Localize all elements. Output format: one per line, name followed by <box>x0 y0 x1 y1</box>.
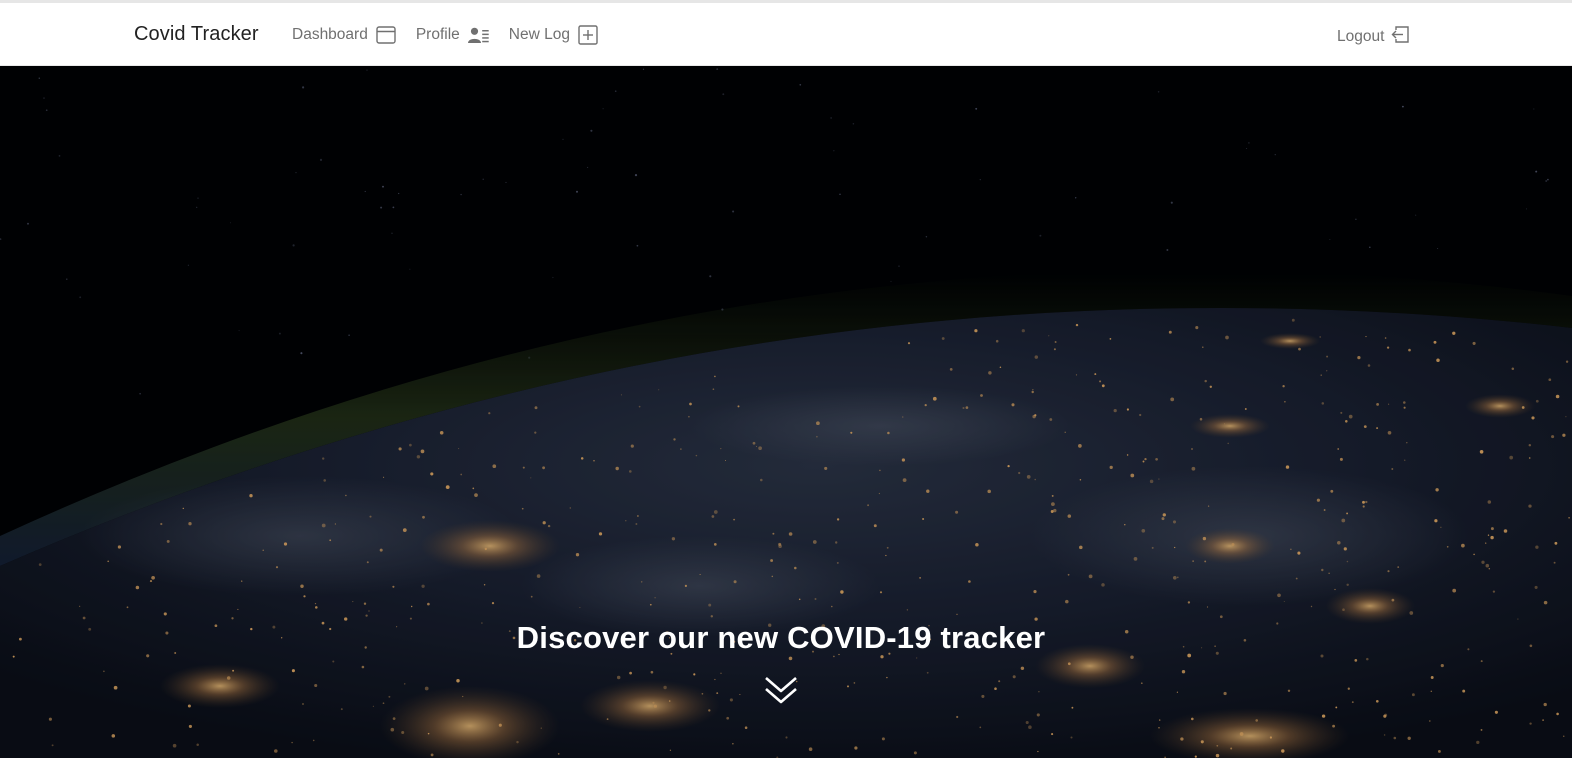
nav-new-log-link[interactable]: New Log <box>509 25 598 45</box>
hero-section: Discover our new COVID-19 tracker <box>0 66 1572 758</box>
nav-links: Dashboard Profile New Log <box>292 25 598 45</box>
chevron-double-down-icon[interactable] <box>763 675 799 707</box>
person-lines-icon <box>467 27 489 44</box>
box-arrow-in-left-icon <box>1391 25 1410 49</box>
nav-profile-link[interactable]: Profile <box>416 26 489 44</box>
nav-new-log-label: New Log <box>508 26 570 43</box>
nav-dashboard-link[interactable]: Dashboard <box>292 26 396 44</box>
nav-profile-label: Profile <box>415 26 460 43</box>
plus-square-icon <box>578 25 598 45</box>
logout-label: Logout <box>1337 28 1385 45</box>
window-icon <box>376 26 396 44</box>
hero-title: Discover our new COVID-19 tracker <box>516 620 1046 655</box>
brand-link[interactable]: Covid Tracker <box>134 23 259 46</box>
nav-dashboard-label: Dashboard <box>292 26 368 43</box>
logout-link[interactable]: Logout <box>1337 25 1410 49</box>
navbar: Covid Tracker Dashboard Profile New Log … <box>0 3 1572 66</box>
